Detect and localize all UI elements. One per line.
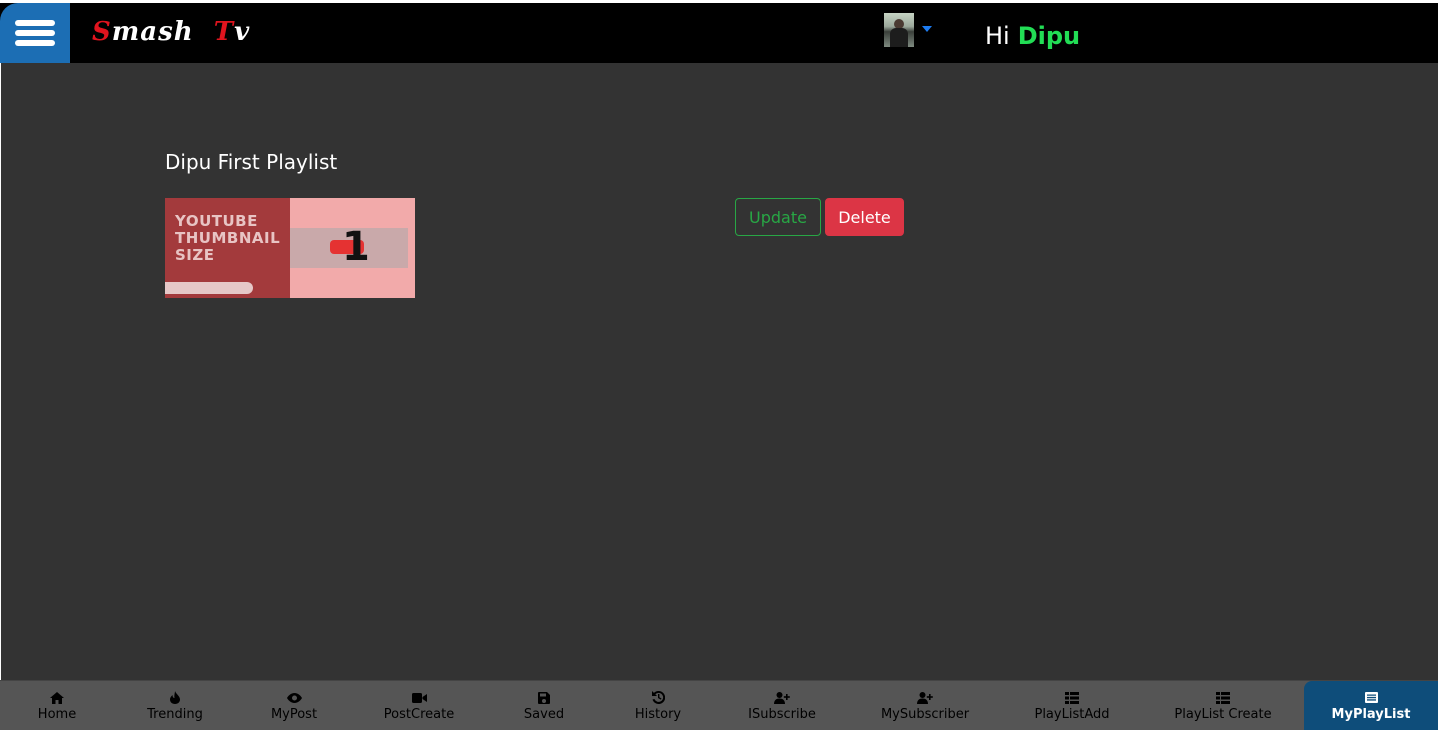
playlist-title: Dipu First Playlist [165,150,338,174]
nav-trending-label: Trending [147,706,203,722]
thumbnail-number: 1 [342,224,370,270]
nav-home[interactable]: Home [17,681,97,730]
hamburger-icon [15,16,55,50]
nav-mypost-label: MyPost [270,706,318,722]
logo-letter-s: S [92,17,112,47]
greeting-text: Hi [985,22,1010,50]
list-alt-icon [1364,691,1378,705]
thumbnail-text-1: YOUTUBE [175,212,258,230]
dropdown-caret-icon[interactable] [922,26,932,32]
nav-mypost[interactable]: MyPost [254,681,334,730]
thumbnail-text-3: SIZE [175,246,215,264]
fire-icon [170,691,180,705]
nav-history-label: History [634,706,682,722]
list-icon [1065,691,1079,705]
nav-myplaylist-label: MyPlayList [1331,706,1411,722]
nav-home-label: Home [37,706,77,722]
logo-letter-t: T [213,17,235,47]
nav-isubscribe[interactable]: ISubscribe [732,681,832,730]
user-plus-icon [774,691,790,705]
user-name: Dipu [1017,22,1081,50]
thumbnail-text-2: THUMBNAIL [175,229,281,247]
eye-icon [286,691,302,705]
hamburger-menu-button[interactable] [0,3,70,63]
app-logo[interactable]: Smash Tv [92,17,250,47]
bottom-navigation: Home Trending MyPost PostCreate Saved Hi… [0,680,1438,730]
save-icon [538,691,550,705]
playlist-video-thumbnail[interactable]: YOUTUBE THUMBNAIL SIZE 1 [165,198,415,298]
home-icon [50,691,64,705]
nav-mysubscriber[interactable]: MySubscriber [870,681,980,730]
history-icon [651,691,665,705]
nav-saved[interactable]: Saved [504,681,584,730]
nav-playlist-create[interactable]: PlayList Create [1163,681,1283,730]
thumbnail-right-panel: 1 [290,198,415,298]
user-plus-icon [917,691,933,705]
nav-playlistadd[interactable]: PlayListAdd [1022,681,1122,730]
nav-playlistadd-label: PlayListAdd [1034,706,1110,722]
main-content: Dipu First Playlist YOUTUBE THUMBNAIL SI… [1,63,1438,680]
delete-button[interactable]: Delete [825,198,904,236]
nav-history[interactable]: History [618,681,698,730]
nav-postcreate-label: PostCreate [383,706,455,722]
nav-trending[interactable]: Trending [135,681,215,730]
top-bar: Smash Tv Hi Dipu [0,3,1438,63]
nav-mysubscriber-label: MySubscriber [880,706,970,722]
thumbnail-pill [165,282,253,294]
update-button[interactable]: Update [735,198,821,236]
user-greeting: Hi Dipu [985,22,1080,50]
user-avatar[interactable] [884,13,914,47]
logo-text-mash: mash [111,17,194,47]
nav-playlist-create-label: PlayList Create [1174,706,1272,722]
list-icon [1216,691,1230,705]
nav-saved-label: Saved [523,706,565,722]
logo-text-v: v [234,17,251,47]
thumbnail-left-panel: YOUTUBE THUMBNAIL SIZE [165,198,290,298]
nav-myplaylist[interactable]: MyPlayList [1304,681,1438,730]
video-icon [411,691,427,705]
nav-isubscribe-label: ISubscribe [748,706,816,722]
nav-postcreate[interactable]: PostCreate [369,681,469,730]
